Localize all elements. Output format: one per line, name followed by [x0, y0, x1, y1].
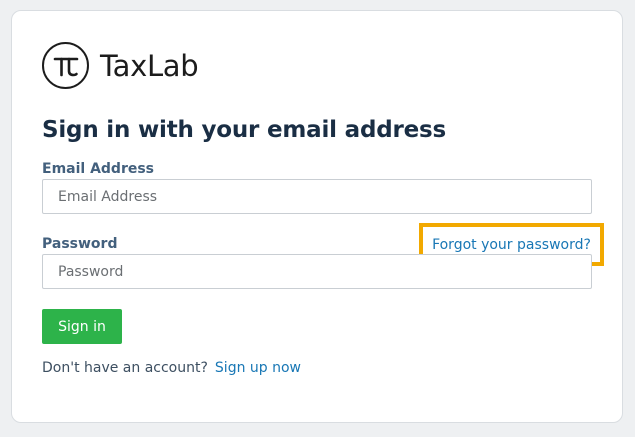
brand-logo: TaxLab — [42, 42, 199, 89]
login-card: TaxLab Sign in with your email address E… — [11, 10, 623, 423]
forgot-password-link[interactable]: Forgot your password? — [432, 237, 591, 253]
brand-name: TaxLab — [100, 48, 199, 83]
pi-icon — [42, 42, 89, 89]
email-label: Email Address — [42, 161, 155, 177]
password-field[interactable] — [42, 254, 592, 289]
sign-in-button[interactable]: Sign in — [42, 309, 122, 344]
password-label: Password — [42, 236, 118, 252]
signup-prompt: Don't have an account? — [42, 360, 208, 376]
sign-up-link[interactable]: Sign up now — [215, 360, 301, 376]
email-field[interactable] — [42, 179, 592, 214]
signup-row: Don't have an account? Sign up now — [42, 360, 301, 376]
page-title: Sign in with your email address — [42, 117, 447, 143]
